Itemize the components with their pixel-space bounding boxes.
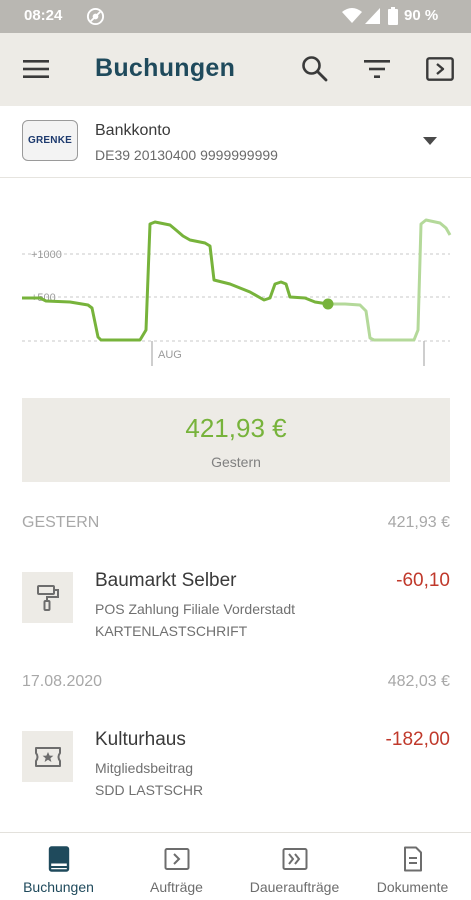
- transaction-type: KARTENLASTSCHRIFT: [95, 623, 248, 639]
- do-not-disturb-icon: [86, 7, 105, 26]
- export-icon[interactable]: [426, 56, 454, 82]
- transaction-row[interactable]: Kulturhaus Mitgliedsbeitrag SDD LASTSCHR…: [0, 729, 471, 817]
- transaction-row[interactable]: Baumarkt Selber POS Zahlung Filiale Vord…: [0, 570, 471, 658]
- document-icon: [403, 846, 422, 872]
- battery-icon: [388, 7, 398, 25]
- menu-icon[interactable]: [23, 56, 49, 82]
- section-total: 421,93 €: [387, 514, 450, 531]
- nav-label: Aufträge: [150, 879, 203, 895]
- balance-line-forecast: [328, 218, 452, 342]
- signal-icon: [365, 8, 380, 24]
- transaction-amount: -60,10: [396, 570, 450, 591]
- balance-line-past: [22, 220, 329, 342]
- y-tick-label-1000: +1000: [31, 249, 62, 261]
- account-iban: DE39 20130400 9999999999: [95, 147, 278, 163]
- dropdown-arrow-icon[interactable]: [423, 137, 437, 146]
- nav-label: Buchungen: [23, 879, 94, 895]
- nav-item-dauerauftraege[interactable]: Daueraufträge: [236, 833, 353, 900]
- transaction-title: Kulturhaus: [95, 729, 186, 750]
- nav-item-auftraege[interactable]: Aufträge: [118, 833, 235, 900]
- filter-icon[interactable]: [364, 57, 390, 81]
- paint-roller-icon: [36, 584, 59, 611]
- account-name: Bankkonto: [95, 122, 171, 139]
- nav-item-dokumente[interactable]: Dokumente: [354, 833, 471, 900]
- status-bar: 08:24 90 %: [0, 0, 471, 33]
- battery-percentage: 90 %: [404, 7, 439, 24]
- transaction-purpose: POS Zahlung Filiale Vorderstadt: [95, 601, 295, 617]
- book-icon: [48, 846, 69, 872]
- transaction-amount: -182,00: [385, 729, 450, 750]
- wifi-icon: [342, 8, 362, 23]
- bank-logo: GRENKE: [22, 120, 78, 161]
- balance-chart-svg: +1000 +500 AUG: [22, 218, 452, 366]
- status-time: 08:24: [24, 7, 63, 24]
- transaction-icon-box: [22, 731, 73, 782]
- app-bar: Buchungen: [0, 33, 471, 106]
- nav-label: Daueraufträge: [249, 879, 340, 895]
- section-total: 482,03 €: [387, 673, 450, 690]
- balance-amount: 421,93 €: [185, 413, 287, 443]
- ticket-icon: [34, 746, 61, 767]
- bank-logo-text: GRENKE: [28, 135, 72, 146]
- balance-card: 421,93 € Gestern: [22, 398, 450, 482]
- section-date: GESTERN: [22, 514, 100, 531]
- current-balance-point: [322, 298, 334, 310]
- page-title: Buchungen: [95, 54, 236, 82]
- balance-date-label: Gestern: [211, 454, 261, 470]
- x-tick-label-aug: AUG: [158, 349, 182, 361]
- nav-label: Dokumente: [376, 879, 449, 895]
- search-icon[interactable]: [301, 55, 328, 82]
- bottom-navigation: Buchungen Aufträge Daueraufträge Dokumen…: [0, 832, 471, 900]
- transaction-type: SDD LASTSCHR: [95, 782, 204, 798]
- transaction-title: Baumarkt Selber: [95, 570, 237, 591]
- transfer-icon: [164, 848, 189, 870]
- nav-item-buchungen[interactable]: Buchungen: [0, 833, 117, 900]
- balance-chart: +1000 +500 AUG: [0, 180, 471, 380]
- section-date: 17.08.2020: [22, 673, 103, 690]
- transaction-icon-box: [22, 572, 73, 623]
- account-selector[interactable]: GRENKE Bankkonto DE39 20130400 999999999…: [0, 106, 471, 178]
- transaction-purpose: Mitgliedsbeitrag: [95, 760, 194, 776]
- recurring-transfer-icon: [282, 848, 307, 870]
